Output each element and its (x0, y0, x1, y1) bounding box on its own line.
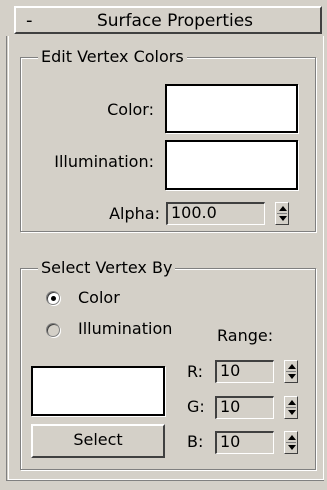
select-vertex-by-title: Select Vertex By (38, 259, 176, 277)
range-r-spinner[interactable] (284, 360, 298, 383)
radio-dot-icon (51, 296, 56, 301)
vertex-color-swatch[interactable] (165, 84, 298, 133)
r-label: R: (187, 362, 204, 381)
range-b-field[interactable]: 10 (215, 431, 274, 454)
alpha-spinner[interactable] (275, 202, 289, 225)
rollout-title: Surface Properties (96, 11, 254, 31)
radio-color-label[interactable]: Color (78, 288, 120, 308)
b-label: B: (187, 432, 204, 451)
range-r-field[interactable]: 10 (215, 360, 274, 383)
spinner-down-icon[interactable] (288, 445, 296, 450)
select-button[interactable]: Select (31, 424, 165, 458)
radio-illumination-label[interactable]: Illumination (78, 319, 172, 339)
range-g-spinner[interactable] (284, 396, 298, 419)
spinner-down-icon[interactable] (288, 410, 296, 415)
radio-illumination[interactable] (46, 323, 60, 337)
range-b-spinner[interactable] (284, 431, 298, 454)
range-g-field[interactable]: 10 (215, 396, 274, 419)
g-label: G: (187, 397, 205, 416)
alpha-label: Alpha: (109, 204, 160, 223)
radio-color[interactable] (46, 291, 60, 305)
spinner-up-icon[interactable] (288, 435, 296, 440)
select-color-swatch[interactable] (31, 366, 165, 416)
alpha-field[interactable]: 100.0 (166, 202, 265, 225)
spinner-up-icon[interactable] (279, 206, 287, 211)
spinner-up-icon[interactable] (288, 364, 296, 369)
illumination-color-swatch[interactable] (165, 140, 298, 190)
spinner-down-icon[interactable] (288, 374, 296, 379)
edit-vertex-colors-title: Edit Vertex Colors (38, 48, 187, 66)
rollout-header[interactable]: - Surface Properties (14, 6, 322, 34)
illumination-label: Illumination: (54, 152, 154, 171)
spinner-down-icon[interactable] (279, 216, 287, 221)
range-label: Range: (217, 326, 274, 345)
color-label: Color: (107, 100, 154, 119)
spinner-up-icon[interactable] (288, 400, 296, 405)
